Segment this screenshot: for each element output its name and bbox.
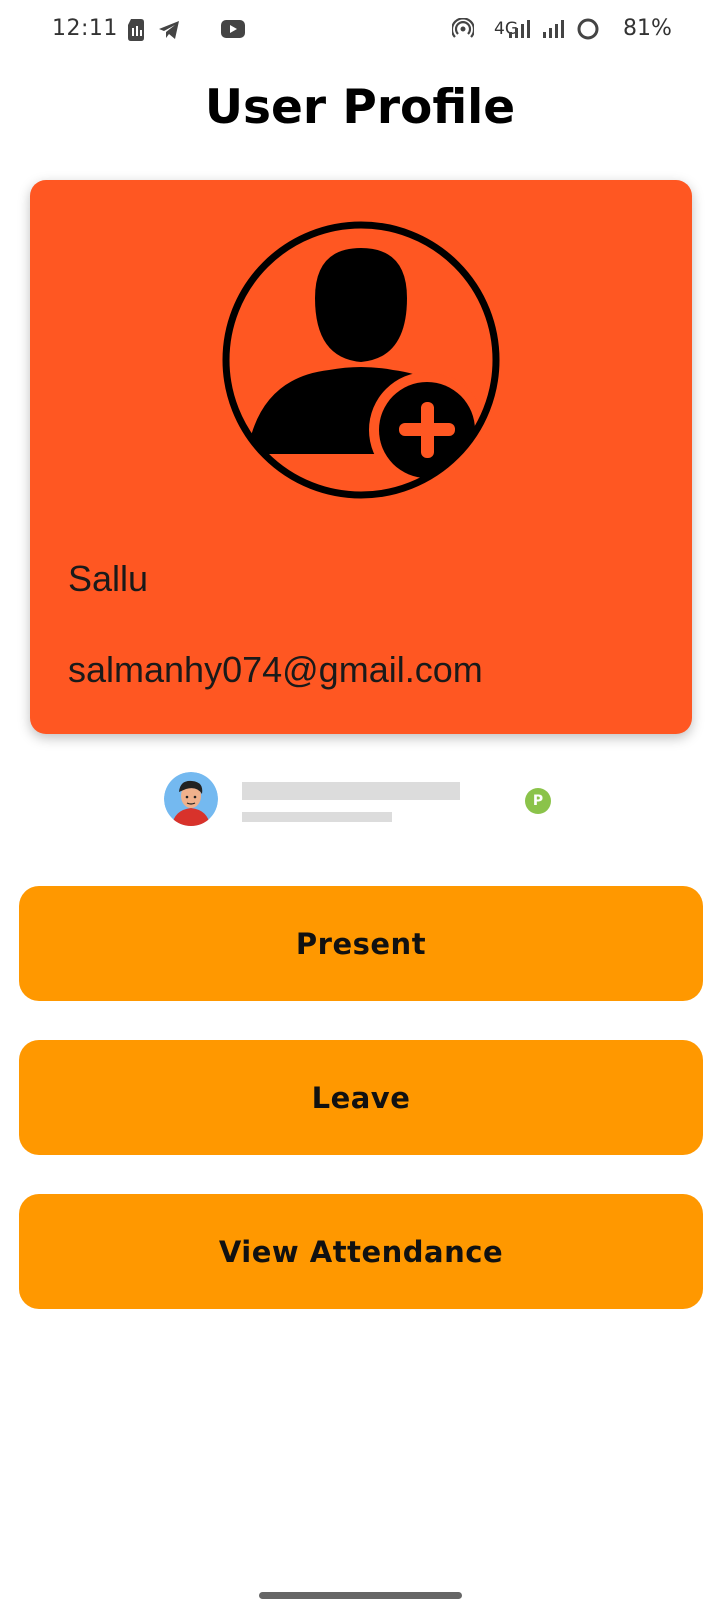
signal-icon xyxy=(507,18,531,45)
ad-badge: P xyxy=(525,788,551,814)
battery-ring-icon xyxy=(576,17,600,46)
add-user-icon xyxy=(222,221,500,499)
sim-card-icon xyxy=(126,18,146,47)
page-title: User Profile xyxy=(204,80,516,135)
status-time: 12:11 xyxy=(52,16,118,41)
view-attendance-button[interactable]: View Attendance xyxy=(19,1194,703,1309)
signal-icon xyxy=(541,18,565,45)
profile-email: salmanhy074@gmail.com xyxy=(68,649,483,690)
present-button[interactable]: Present xyxy=(19,886,703,1001)
profile-name: Sallu xyxy=(68,558,149,599)
home-indicator[interactable] xyxy=(259,1592,462,1599)
status-bar: 12:11 4G 81% xyxy=(0,0,720,60)
youtube-icon xyxy=(220,18,246,45)
hotspot-icon xyxy=(450,17,476,45)
telegram-icon xyxy=(157,18,181,47)
profile-avatar-button[interactable] xyxy=(219,218,503,502)
profile-card: Sallu salmanhy074@gmail.com xyxy=(30,180,692,734)
ad-placeholder-subtitle xyxy=(242,812,392,822)
ad-banner[interactable]: P xyxy=(164,772,564,828)
ad-placeholder-title xyxy=(242,782,460,800)
ad-avatar xyxy=(164,772,218,826)
battery-percentage: 81% xyxy=(623,16,672,41)
leave-button[interactable]: Leave xyxy=(19,1040,703,1155)
